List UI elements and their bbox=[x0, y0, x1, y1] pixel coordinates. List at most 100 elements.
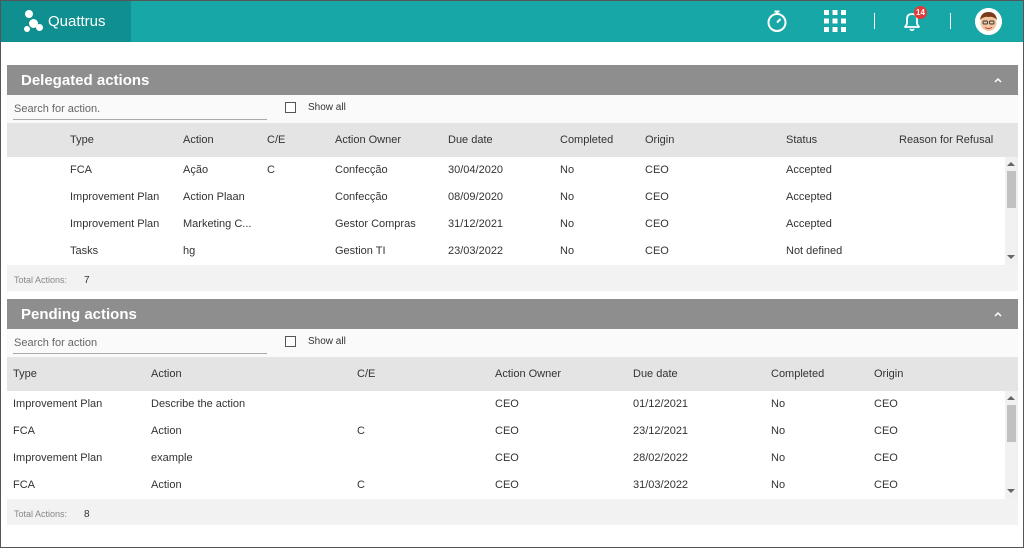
column-header[interactable]: Type bbox=[70, 134, 94, 146]
cell-due-date: 23/12/2021 bbox=[633, 425, 689, 437]
table-row[interactable]: Improvement Plan Marketing C... Gestor C… bbox=[7, 211, 1005, 238]
pending-search-input[interactable] bbox=[13, 332, 267, 354]
table-row[interactable]: FCA Action C CEO 31/03/2022 No CEO bbox=[7, 472, 1005, 499]
pending-search-row: Show all bbox=[7, 329, 1018, 357]
pending-actions-panel: Pending actions Show all Type Action C/E… bbox=[7, 299, 1018, 525]
cell-owner: Gestion TI bbox=[335, 245, 386, 257]
pending-scrollbar[interactable] bbox=[1005, 391, 1018, 499]
cell-origin: CEO bbox=[874, 425, 898, 437]
panel-title: Pending actions bbox=[21, 305, 137, 323]
cell-owner: Confecção bbox=[335, 164, 388, 176]
total-actions-value: 8 bbox=[84, 509, 90, 520]
bell-icon[interactable]: 14 bbox=[900, 6, 927, 33]
show-all-checkbox[interactable] bbox=[285, 336, 296, 347]
column-header[interactable]: Type bbox=[13, 368, 37, 380]
cell-origin: CEO bbox=[874, 398, 898, 410]
cell-completed: No bbox=[560, 191, 575, 203]
delegated-scrollbar[interactable] bbox=[1005, 157, 1018, 265]
table-row[interactable]: FCA Action C CEO 23/12/2021 No CEO bbox=[7, 418, 1005, 445]
column-header[interactable]: Action Owner bbox=[495, 368, 561, 380]
cell-owner: CEO bbox=[495, 479, 519, 491]
column-header[interactable]: Status bbox=[786, 134, 817, 146]
column-header[interactable]: C/E bbox=[267, 134, 285, 146]
cell-owner: CEO bbox=[495, 425, 519, 437]
cell-action: Action Plaan bbox=[183, 191, 245, 203]
cell-owner: CEO bbox=[495, 398, 519, 410]
table-row[interactable]: Improvement Plan Action Plaan Confecção … bbox=[7, 184, 1005, 211]
panel-title: Delegated actions bbox=[21, 71, 150, 89]
column-header[interactable]: Origin bbox=[874, 368, 903, 380]
column-header[interactable]: C/E bbox=[357, 368, 375, 380]
delegated-table-header: Type Action C/E Action Owner Due date Co… bbox=[7, 123, 1018, 157]
cell-owner: Confecção bbox=[335, 191, 388, 203]
chevron-up-icon[interactable] bbox=[992, 74, 1004, 86]
delegated-table-body: FCA Ação C Confecção 30/04/2020 No CEO A… bbox=[7, 157, 1018, 265]
cell-ce: C bbox=[267, 164, 275, 176]
cell-origin: CEO bbox=[874, 479, 898, 491]
cell-type: Tasks bbox=[70, 245, 99, 257]
cell-status: Not defined bbox=[786, 245, 843, 257]
cell-action: example bbox=[151, 452, 193, 464]
scroll-up-arrow-icon[interactable] bbox=[1007, 396, 1015, 400]
grid-icon[interactable] bbox=[823, 9, 847, 33]
cell-origin: CEO bbox=[645, 218, 669, 230]
column-header[interactable]: Reason for Refusal bbox=[899, 134, 993, 146]
app-logo[interactable]: Quattrus bbox=[0, 0, 131, 42]
pending-show-all[interactable]: Show all bbox=[285, 336, 346, 347]
scroll-up-arrow-icon[interactable] bbox=[1007, 162, 1015, 166]
column-header[interactable]: Origin bbox=[645, 134, 674, 146]
cell-completed: No bbox=[771, 479, 786, 491]
cell-origin: CEO bbox=[645, 164, 669, 176]
table-row[interactable]: Improvement Plan example CEO 28/02/2022 … bbox=[7, 445, 1005, 472]
total-actions-value: 7 bbox=[84, 275, 90, 286]
cell-type: FCA bbox=[70, 164, 92, 176]
delegated-actions-panel: Delegated actions Show all Type Action C… bbox=[7, 65, 1018, 291]
cell-completed: No bbox=[771, 398, 786, 410]
cell-ce: C bbox=[357, 425, 365, 437]
avatar[interactable] bbox=[975, 8, 1002, 35]
delegated-actions-header: Delegated actions bbox=[7, 65, 1018, 95]
top-bar: Quattrus 14 bbox=[0, 0, 1024, 42]
column-header[interactable]: Action Owner bbox=[335, 134, 401, 146]
cell-type: Improvement Plan bbox=[70, 218, 160, 230]
column-header[interactable]: Completed bbox=[560, 134, 613, 146]
cell-due-date: 08/09/2020 bbox=[448, 191, 504, 203]
cell-owner: CEO bbox=[495, 452, 519, 464]
pending-actions-header: Pending actions bbox=[7, 299, 1018, 329]
cell-status: Accepted bbox=[786, 218, 832, 230]
scroll-thumb[interactable] bbox=[1007, 171, 1016, 208]
chevron-up-icon[interactable] bbox=[992, 308, 1004, 320]
cell-completed: No bbox=[771, 425, 786, 437]
column-header[interactable]: Action bbox=[151, 368, 182, 380]
cell-action: hg bbox=[183, 245, 196, 257]
scroll-down-arrow-icon[interactable] bbox=[1007, 255, 1015, 259]
table-row[interactable]: Tasks hg Gestion TI 23/03/2022 No CEO No… bbox=[7, 238, 1005, 265]
pending-table-body: Improvement Plan Describe the action CEO… bbox=[7, 391, 1018, 499]
cell-type: Improvement Plan bbox=[13, 452, 103, 464]
scroll-thumb[interactable] bbox=[1007, 405, 1016, 442]
show-all-checkbox[interactable] bbox=[285, 102, 296, 113]
cell-type: FCA bbox=[13, 425, 35, 437]
divider bbox=[874, 13, 875, 29]
table-row[interactable]: FCA Ação C Confecção 30/04/2020 No CEO A… bbox=[7, 157, 1005, 184]
column-header[interactable]: Due date bbox=[448, 134, 493, 146]
delegated-show-all[interactable]: Show all bbox=[285, 102, 346, 113]
app-title: Quattrus bbox=[48, 12, 106, 30]
column-header[interactable]: Action bbox=[183, 134, 214, 146]
column-header[interactable]: Completed bbox=[771, 368, 824, 380]
delegated-search-row: Show all bbox=[7, 95, 1018, 123]
pending-footer: Total Actions: 8 bbox=[7, 499, 1018, 525]
quattrus-logo-icon bbox=[24, 8, 44, 34]
delegated-search-input[interactable] bbox=[13, 98, 267, 120]
cell-type: Improvement Plan bbox=[70, 191, 160, 203]
cell-completed: No bbox=[560, 245, 575, 257]
cell-ce: C bbox=[357, 479, 365, 491]
cell-due-date: 28/02/2022 bbox=[633, 452, 689, 464]
total-actions-label: Total Actions: bbox=[14, 509, 68, 519]
stopwatch-icon[interactable] bbox=[765, 9, 789, 33]
cell-due-date: 31/03/2022 bbox=[633, 479, 689, 491]
scroll-down-arrow-icon[interactable] bbox=[1007, 489, 1015, 493]
column-header[interactable]: Due date bbox=[633, 368, 678, 380]
table-row[interactable]: Improvement Plan Describe the action CEO… bbox=[7, 391, 1005, 418]
cell-action: Marketing C... bbox=[183, 218, 252, 230]
